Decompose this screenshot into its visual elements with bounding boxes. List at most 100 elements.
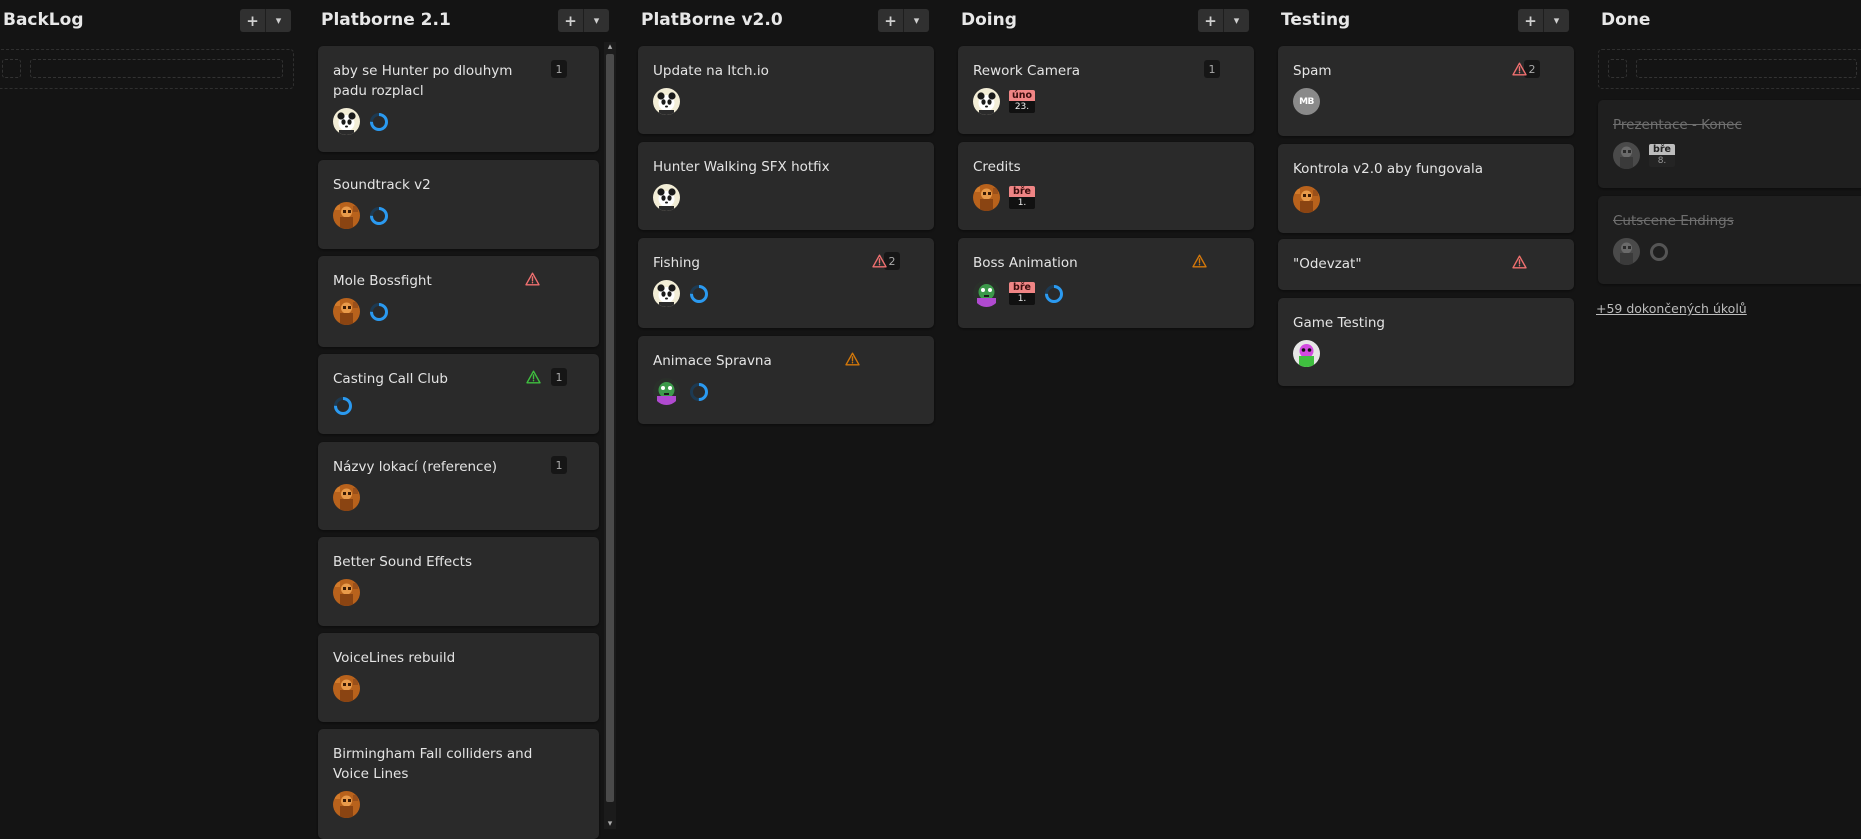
task-card[interactable]: Prezentace - Konec bře 8. <box>1598 100 1861 188</box>
priority-warning-icon <box>845 351 860 366</box>
orange-avatar[interactable] <box>973 184 1000 211</box>
card-title: Cutscene Endings <box>1613 213 1734 229</box>
task-card[interactable]: Birmingham Fall colliders and Voice Line… <box>318 729 599 839</box>
task-card[interactable]: Hunter Walking SFX hotfix <box>638 142 934 230</box>
add-card-icon[interactable]: + <box>1198 9 1223 32</box>
gray-avatar[interactable] <box>1613 238 1640 265</box>
new-card-placeholder[interactable] <box>1598 49 1861 89</box>
scroll-down-icon[interactable]: ▾ <box>604 819 616 829</box>
card-title: Rework Camera <box>973 63 1081 79</box>
card-title: Spam <box>1293 63 1332 79</box>
card-title: Hunter Walking SFX hotfix <box>653 159 830 175</box>
column-menu-chevron-icon[interactable]: ▾ <box>1223 9 1249 32</box>
monster-avatar[interactable] <box>653 378 680 405</box>
panda-avatar[interactable] <box>333 108 360 135</box>
task-card[interactable]: VoiceLines rebuild <box>318 633 599 722</box>
panda-avatar[interactable] <box>653 280 680 307</box>
column-3: Doing + ▾ Rework Camera 1 úno 23. Credits bře 1. B… <box>958 0 1255 829</box>
card-meta <box>653 378 709 405</box>
priority-warning-icon <box>872 253 887 268</box>
column-menu-chevron-icon[interactable]: ▾ <box>1543 9 1569 32</box>
column-actions: + ▾ <box>1518 9 1569 32</box>
priority-warning-icon <box>1192 253 1207 268</box>
column-header: BackLog + ▾ <box>0 0 297 42</box>
orange-avatar[interactable] <box>333 579 360 606</box>
orange-avatar[interactable] <box>333 484 360 511</box>
task-card[interactable]: Boss Animation bře 1. <box>958 238 1254 328</box>
column-actions: + ▾ <box>878 9 929 32</box>
card-title: Birmingham Fall colliders and Voice Line… <box>333 746 533 782</box>
scroll-up-icon[interactable]: ▴ <box>604 42 616 52</box>
assignee-avatar[interactable]: MB <box>1293 88 1320 115</box>
column-4: Testing + ▾ Spam 2 MB Kontrola v2.0 aby fungov… <box>1278 0 1575 829</box>
column-0: BackLog + ▾ <box>0 0 297 829</box>
orange-avatar[interactable] <box>333 675 360 702</box>
progress-ring-icon <box>1044 284 1064 304</box>
add-card-icon[interactable]: + <box>558 9 583 32</box>
column-title: Done <box>1601 10 1651 30</box>
column-actions: + ▾ <box>1198 9 1249 32</box>
task-card[interactable]: aby se Hunter po dlouhym padu rozplacl 1 <box>318 46 599 152</box>
task-card[interactable]: "Odevzat" <box>1278 239 1574 290</box>
column-title: Platborne 2.1 <box>321 10 451 30</box>
card-meta <box>653 280 709 307</box>
due-date-month: bře <box>1649 144 1675 155</box>
task-card[interactable]: Cutscene Endings <box>1598 196 1861 284</box>
panda-avatar[interactable] <box>973 88 1000 115</box>
orange-avatar[interactable] <box>333 202 360 229</box>
task-card[interactable]: Fishing 2 <box>638 238 934 328</box>
task-card[interactable]: Rework Camera 1 úno 23. <box>958 46 1254 134</box>
column-header: Doing + ▾ <box>958 0 1255 42</box>
column-menu-chevron-icon[interactable]: ▾ <box>903 9 929 32</box>
due-date-day: 1. <box>1009 293 1035 305</box>
task-card[interactable]: Mole Bossfight <box>318 256 599 347</box>
add-card-icon[interactable]: + <box>240 9 265 32</box>
task-card[interactable]: Better Sound Effects <box>318 537 599 626</box>
card-title: Boss Animation <box>973 255 1078 271</box>
column-title: PlatBorne v2.0 <box>641 10 783 30</box>
card-title: Soundtrack v2 <box>333 177 431 193</box>
task-card[interactable]: Game Testing <box>1278 298 1574 386</box>
task-card[interactable]: Update na Itch.io <box>638 46 934 134</box>
card-meta <box>653 184 680 211</box>
panda-avatar[interactable] <box>653 88 680 115</box>
task-card[interactable]: Soundtrack v2 <box>318 160 599 249</box>
due-date-day: 1. <box>1009 197 1035 209</box>
task-card[interactable]: Animace Spravna <box>638 336 934 424</box>
column-menu-chevron-icon[interactable]: ▾ <box>583 9 609 32</box>
orange-avatar[interactable] <box>333 791 360 818</box>
due-date-chip: bře 1. <box>1009 282 1035 305</box>
column-title: Doing <box>961 10 1017 30</box>
column-menu-chevron-icon[interactable]: ▾ <box>265 9 291 32</box>
task-card[interactable]: Casting Call Club 1 <box>318 354 599 434</box>
progress-ring-icon <box>689 382 709 402</box>
card-title: Kontrola v2.0 aby fungovala <box>1293 161 1483 177</box>
completed-tasks-link[interactable]: +59 dokončených úkolů <box>1596 301 1747 316</box>
column-scrollbar[interactable]: ▴ ▾ <box>604 42 616 829</box>
scrollbar-thumb[interactable] <box>606 54 614 802</box>
priority-warning-icon <box>1512 254 1527 269</box>
add-card-icon[interactable]: + <box>878 9 903 32</box>
orange-avatar[interactable] <box>333 298 360 325</box>
card-meta <box>333 108 389 135</box>
column-header: Testing + ▾ <box>1278 0 1575 42</box>
placeholder-checkbox <box>1608 59 1627 78</box>
due-date-month: bře <box>1009 186 1035 197</box>
column-header: Done <box>1598 0 1861 42</box>
add-card-icon[interactable]: + <box>1518 9 1543 32</box>
placeholder-checkbox <box>2 59 21 78</box>
task-card[interactable]: Spam 2 MB <box>1278 46 1574 136</box>
card-meta <box>333 202 389 229</box>
panda-avatar[interactable] <box>653 184 680 211</box>
new-card-placeholder[interactable] <box>0 49 294 89</box>
task-card[interactable]: Credits bře 1. <box>958 142 1254 230</box>
gray-avatar[interactable] <box>1613 142 1640 169</box>
column-header: PlatBorne v2.0 + ▾ <box>638 0 935 42</box>
monster-avatar[interactable] <box>973 280 1000 307</box>
card-title: Update na Itch.io <box>653 63 769 79</box>
task-card[interactable]: Kontrola v2.0 aby fungovala <box>1278 144 1574 233</box>
task-card[interactable]: Názvy lokací (reference) 1 <box>318 442 599 530</box>
orange-avatar[interactable] <box>1293 186 1320 213</box>
green-avatar[interactable] <box>1293 340 1320 367</box>
column-title: Testing <box>1281 10 1351 30</box>
